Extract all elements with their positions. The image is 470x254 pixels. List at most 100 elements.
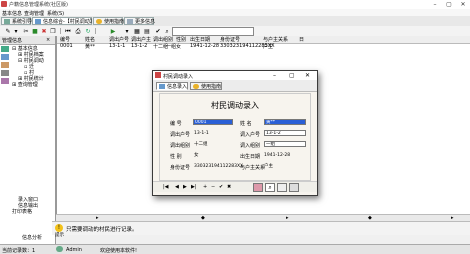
grid-icon[interactable]: ▦ (132, 27, 142, 36)
transfer-dialog: 村民调动录入 – ▢ ✕ 信息录入 使用指南 村民调动录入 编 号 0001 姓… (152, 70, 318, 196)
dialog-tabs: 信息录入 使用指南 (153, 80, 317, 92)
user-icon[interactable] (1, 54, 9, 60)
menu-bar: 基本信息 查询管理 系统(S) (0, 9, 470, 17)
last-record-button[interactable]: ▶| (191, 184, 197, 190)
folder-icon[interactable] (1, 46, 9, 52)
dropdown-arrow-icon[interactable]: ▾ (11, 27, 21, 36)
next-record-button[interactable]: ▶ (183, 184, 187, 190)
first-record-button[interactable]: |◀ (163, 184, 169, 190)
tree-node-query[interactable]: ⊞ 查询管理 (12, 81, 38, 88)
column-header[interactable]: 与户主关系 (263, 36, 288, 43)
form-heading: 村民调动录入 (211, 101, 259, 110)
field-label: 调出组别 (170, 143, 191, 149)
tab-entry[interactable]: 信息录入 (156, 82, 188, 90)
report-icon[interactable] (1, 62, 9, 68)
delete-record-button[interactable]: − (211, 184, 215, 190)
navigation-pane: 管理信息 × ⊟ 基本信息 ⊞ 村民档案 ⊟ 村民调动 ▫ 迁 ▫ 村 ⊞ 村民… (0, 36, 56, 244)
lightbulb-icon: ! (55, 224, 63, 232)
maximize-button[interactable]: ▢ (442, 0, 456, 9)
field-label: 姓 名 (240, 121, 252, 127)
field-label: 性 别 (170, 154, 182, 160)
record-navigator: |◀ ◀ ▶ ▶| + − ✔ ✖ ⌕ (153, 181, 317, 192)
column-header[interactable]: 调出户主 (131, 36, 151, 43)
help-icon (96, 19, 102, 24)
column-header[interactable]: 性别 (176, 36, 186, 43)
hint-prefix: 提示 (55, 233, 64, 238)
close-button[interactable]: ✕ (305, 72, 310, 79)
pane-header: 管理信息 × (0, 36, 55, 45)
name-field[interactable]: 黄** (264, 119, 306, 125)
field-label: 编 号 (170, 121, 182, 127)
cancel-button[interactable]: ✖ (227, 184, 231, 190)
toolbar-separator (95, 28, 96, 34)
home-icon (4, 19, 10, 24)
print-icon[interactable]: ⎙ (73, 27, 83, 36)
field-label: 调入户号 (240, 132, 261, 138)
info-icon (127, 19, 133, 24)
filter-icon[interactable]: ▾ (122, 27, 132, 36)
table-row[interactable]: 0001 黄** 13-1-1 13-1-2 十二组 一组 女 1941-12-… (57, 43, 470, 50)
chart-icon[interactable] (1, 78, 9, 84)
in-group-field[interactable]: 一组 (264, 141, 306, 147)
tab-info-transfer[interactable]: 信息综合-【村民调动】 (32, 17, 95, 25)
document-icon (35, 19, 41, 24)
column-header[interactable]: 编号 (60, 36, 70, 43)
app-icon (1, 1, 7, 7)
settings-icon[interactable] (1, 70, 9, 76)
out-house-value: 13-1-1 (194, 131, 209, 136)
idcard-value: 330323194112283XX (194, 164, 244, 169)
tab-guide[interactable]: 使用指南 (190, 82, 222, 90)
birth-value: 1941-12-28 (264, 153, 291, 158)
field-label: 与户主关系 (240, 165, 266, 171)
tab-more-info[interactable]: 更多信息 (124, 17, 155, 25)
field-label: 出生日期 (240, 154, 261, 160)
close-button[interactable]: ✕ (456, 0, 470, 9)
search-icon[interactable]: ⌕ (162, 27, 172, 36)
toolbar-separator (60, 28, 61, 34)
minimize-button[interactable]: – (428, 0, 442, 9)
maximize-button[interactable]: ▢ (289, 72, 295, 79)
user-icon (56, 246, 63, 252)
column-header[interactable]: 调出户号 (109, 36, 129, 43)
in-house-field[interactable]: 13-1-2 (264, 130, 306, 136)
id-field[interactable]: 0001 (193, 119, 233, 125)
tab-system-guide[interactable]: 系统引导 (1, 17, 32, 25)
play-icon[interactable]: ▶ (108, 27, 118, 36)
close-icon[interactable]: × (46, 37, 50, 43)
search-icon[interactable]: ⌕ (265, 183, 275, 192)
relation-value: 户主 (264, 164, 273, 169)
column-header[interactable]: 出生日期 (190, 36, 210, 43)
minimize-button[interactable]: – (273, 72, 276, 79)
table-icon[interactable]: ▤ (142, 27, 152, 36)
table-icon[interactable] (289, 183, 299, 192)
field-label: 调出户号 (170, 132, 191, 138)
confirm-button[interactable]: ✔ (219, 184, 223, 190)
add-record-button[interactable]: + (203, 184, 207, 190)
export-icon[interactable] (277, 183, 287, 192)
username: Admin (66, 247, 82, 253)
window-title: 户籍信息管理系统(社区版) (9, 2, 68, 8)
app-icon (155, 72, 161, 78)
hint-text: 只需要调动的村民进行记录。 (66, 227, 138, 233)
out-group-value: 十二组 (194, 142, 208, 147)
hint-bar: ! 只需要调动的村民进行记录。 提示 (52, 221, 470, 238)
first-record-icon[interactable]: ⏮ (63, 27, 73, 36)
tab-user-guide[interactable]: 使用指南 (93, 17, 124, 25)
pane-header-label: 管理信息 (2, 38, 23, 44)
column-header[interactable]: 日 (299, 36, 304, 43)
column-header[interactable]: 身份证号 (220, 36, 240, 43)
column-header[interactable]: 姓名 (85, 36, 95, 43)
copy-icon[interactable]: ❐ (48, 27, 58, 36)
refresh-icon[interactable]: ↻ (83, 27, 93, 36)
print-icon[interactable] (253, 183, 263, 192)
list-item-print[interactable]: 打印表格 (12, 208, 32, 215)
analysis-label[interactable]: 信息分析 (22, 234, 42, 241)
dialog-title: 村民调动录入 (163, 74, 194, 80)
prev-record-button[interactable]: ◀ (175, 184, 179, 190)
search-input[interactable] (172, 27, 254, 36)
help-icon (193, 84, 199, 89)
transfer-form: 村民调动录入 编 号 0001 姓 名 黄** 调出户号 13-1-1 调入户号… (159, 93, 311, 181)
field-label: 调入组别 (240, 143, 261, 149)
column-header[interactable]: 调出组别 (153, 36, 173, 43)
field-label: 身份证号 (170, 165, 191, 171)
